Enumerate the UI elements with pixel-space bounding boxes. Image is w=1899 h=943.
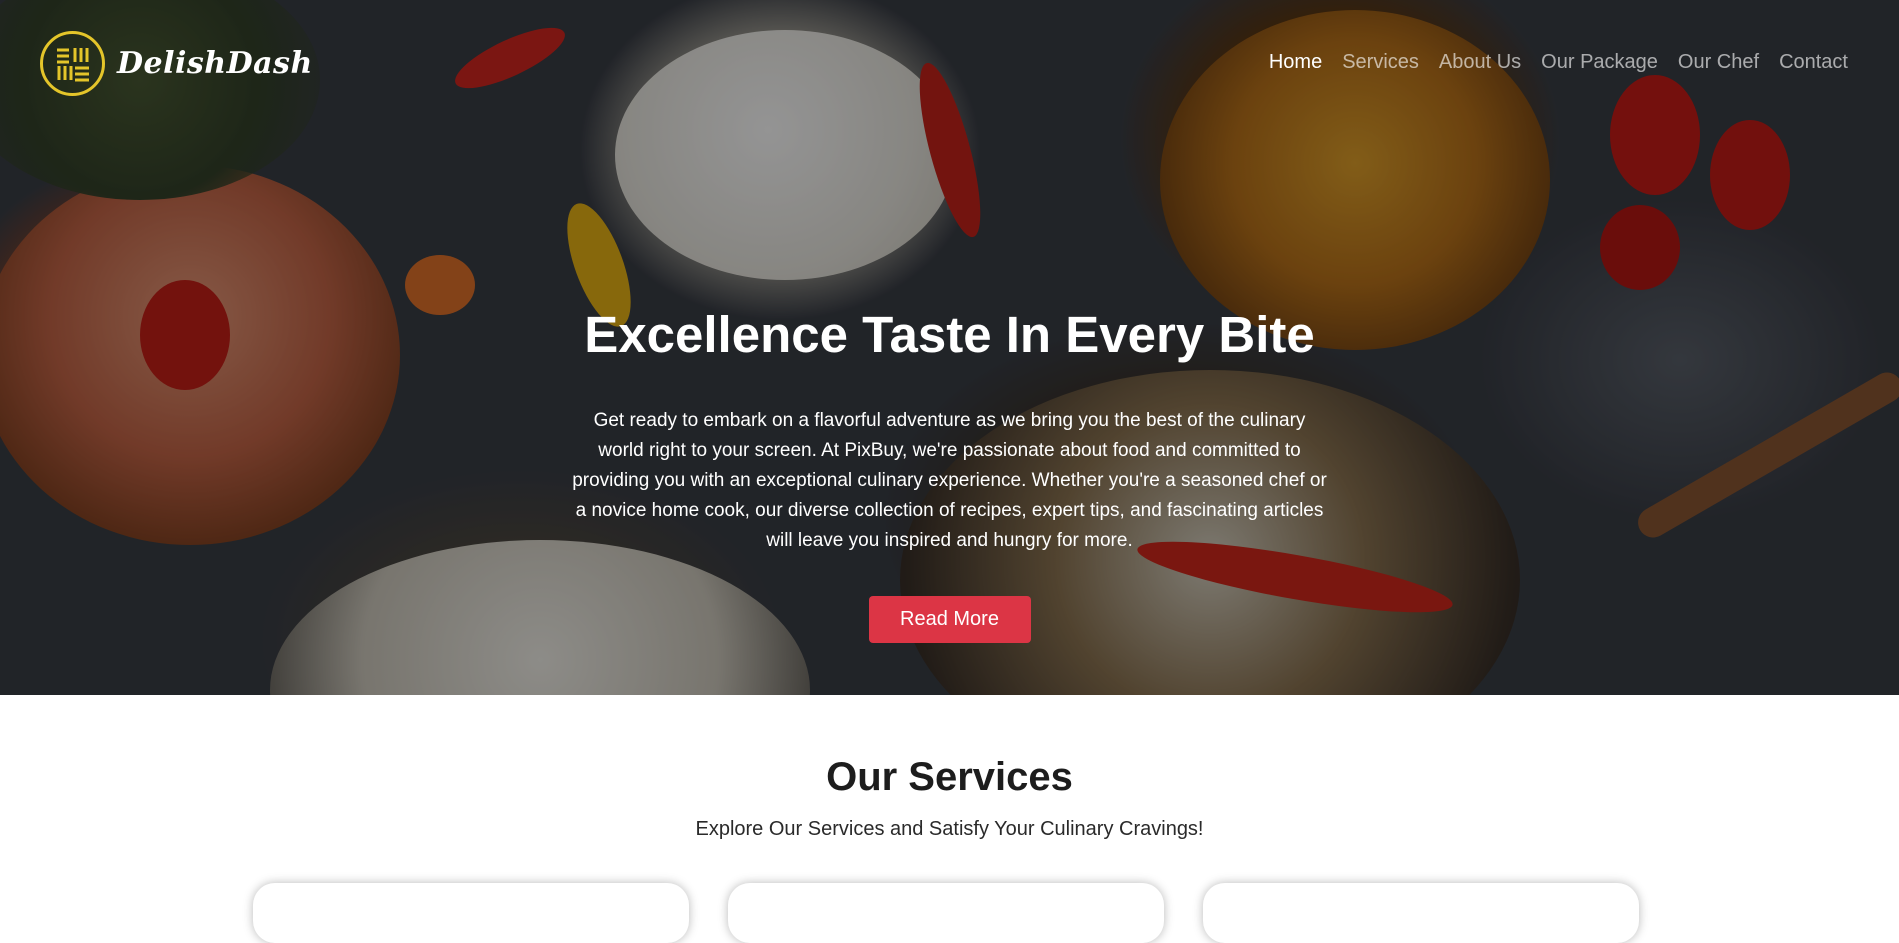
nav-home[interactable]: Home <box>1269 51 1322 74</box>
service-card[interactable] <box>253 883 689 943</box>
nav-contact[interactable]: Contact <box>1779 51 1848 74</box>
nav-our-chef[interactable]: Our Chef <box>1678 51 1759 74</box>
service-card[interactable] <box>1203 883 1639 943</box>
service-card[interactable] <box>728 883 1164 943</box>
services-subtitle: Explore Our Services and Satisfy Your Cu… <box>695 818 1204 840</box>
services-title: Our Services <box>826 755 1073 799</box>
brand[interactable]: DelishDash <box>40 31 313 96</box>
hero-content: Excellence Taste In Every Bite Get ready… <box>0 305 1899 643</box>
services-section: Our Services Explore Our Services and Sa… <box>0 695 1899 943</box>
hero-section: DelishDash Home Services About Us Our Pa… <box>0 0 1899 695</box>
logo-pattern-icon <box>56 47 89 81</box>
logo-icon <box>40 31 105 96</box>
main-nav: Home Services About Us Our Package Our C… <box>1249 51 1848 74</box>
nav-services[interactable]: Services <box>1342 51 1419 74</box>
hero-title: Excellence Taste In Every Bite <box>584 306 1315 363</box>
nav-about-us[interactable]: About Us <box>1439 51 1521 74</box>
read-more-button[interactable]: Read More <box>868 596 1031 643</box>
hero-text: Get ready to embark on a flavorful adven… <box>572 410 1327 551</box>
brand-name: DelishDash <box>117 46 313 81</box>
nav-our-package[interactable]: Our Package <box>1541 51 1658 74</box>
